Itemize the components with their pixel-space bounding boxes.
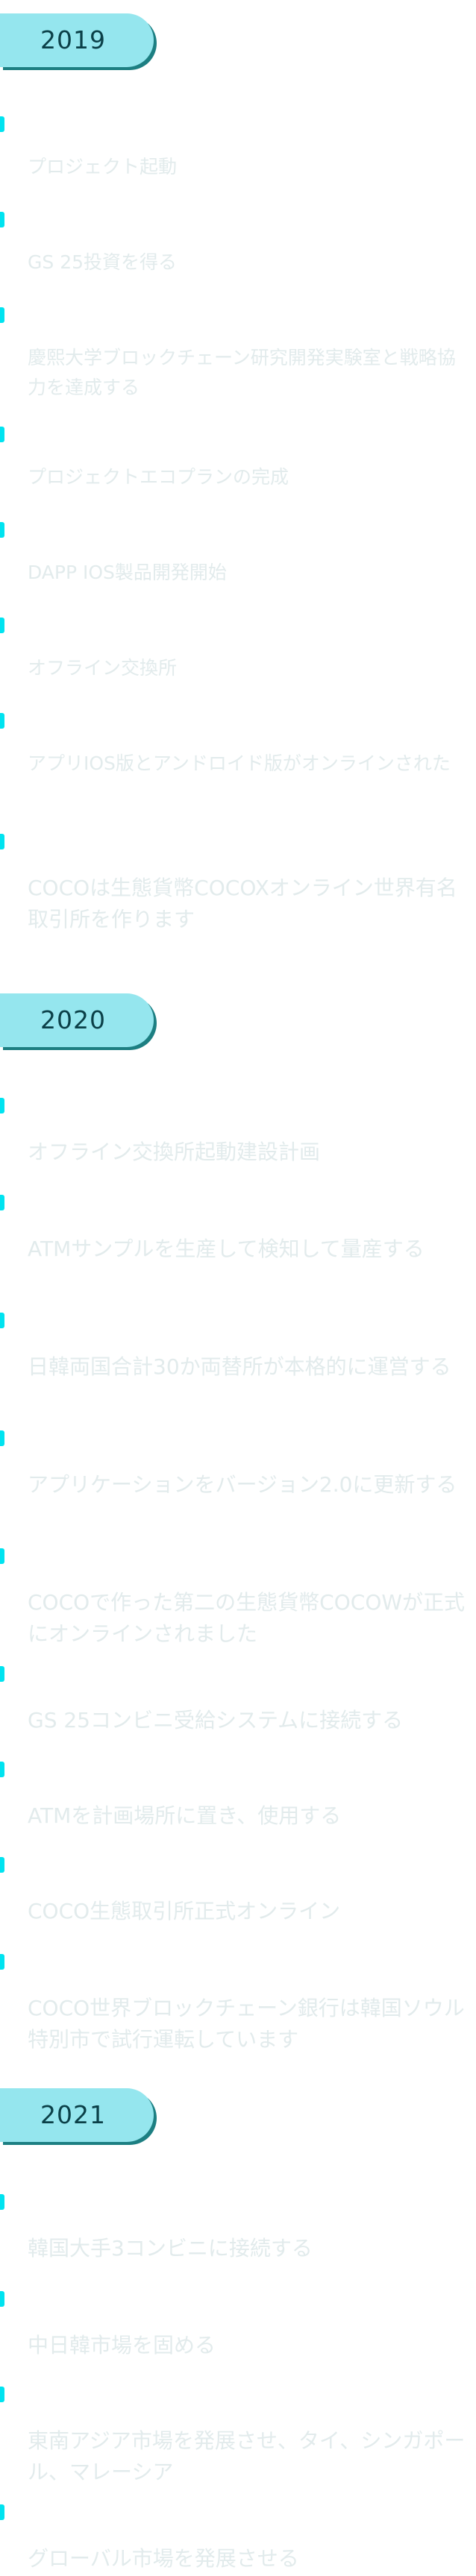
timeline-marker: [0, 1313, 4, 1328]
event-text: 韓国大手3コンビニに接続する: [28, 2236, 313, 2261]
timeline-marker: [0, 1548, 4, 1564]
event-text: オフライン交換所: [28, 657, 178, 679]
event-text: COCO生態取引所正式オンライン: [28, 1899, 341, 1923]
timeline-marker: [0, 2291, 4, 2307]
event-text: オフライン交換所起動建設計画: [28, 1140, 321, 1164]
timeline-marker: [0, 2504, 4, 2520]
event-text: アプリIOS版とアンドロイド版がオンラインされた: [28, 753, 451, 774]
timeline-marker: [0, 1098, 4, 1113]
timeline-marker: [0, 1195, 4, 1210]
event-text: 慶熙大学ブロックチェーン研究開発実験室と戦略協力を達成する: [28, 347, 456, 398]
timeline-marker: [0, 522, 4, 538]
timeline-marker: [0, 2194, 4, 2210]
timeline-marker: [0, 1954, 4, 1970]
event-text: ATMを計画場所に置き、使用する: [28, 1803, 342, 1828]
event-text: ATMサンプルを生産して検知して量産する: [28, 1237, 425, 1261]
timeline-marker: [0, 1666, 4, 1682]
timeline-marker: [0, 1430, 4, 1446]
timeline-marker: [0, 834, 4, 849]
event-text: アプリケーションをバージョン2.0に更新する: [28, 1472, 457, 1497]
timeline-marker: [0, 2387, 4, 2402]
event-text: プロジェクトエコプランの完成: [28, 466, 289, 488]
year-badge-2020: 2020: [0, 993, 154, 1047]
event-text: COCOは生態貨幣COCOXオンライン世界有名取引所を作ります: [28, 876, 457, 932]
year-badge-2021: 2021: [0, 2088, 154, 2142]
event-text: GS 25コンビニ受給システムに接続する: [28, 1708, 404, 1732]
year-badge-2019: 2019: [0, 13, 154, 67]
timeline-marker: [0, 1857, 4, 1873]
timeline-marker: [0, 116, 4, 132]
timeline-marker: [0, 713, 4, 729]
timeline-marker: [0, 618, 4, 633]
timeline-marker: [0, 212, 4, 227]
event-text: GS 25投資を得る: [28, 251, 178, 273]
event-text: 中日韓市場を固める: [28, 2333, 216, 2357]
timeline-marker: [0, 427, 4, 442]
timeline-marker: [0, 307, 4, 323]
timeline-marker: [0, 1762, 4, 1777]
event-text: COCO世界ブロックチェーン銀行は韓国ソウル特別市で試行運転しています: [28, 1996, 465, 2052]
event-text: 東南アジア市場を発展させ、タイ、シンガポール、マレーシア: [28, 2428, 466, 2484]
event-text: DAPP IOS製品開発開始: [28, 562, 227, 583]
event-text: プロジェクト起動: [28, 156, 178, 178]
event-text: 日韓両国合計30か両替所が本格的に運営する: [28, 1354, 451, 1379]
event-text: グローバル市場を発展させる: [28, 2546, 299, 2571]
event-text: COCOで作った第二の生態貨幣COCOWが正式にオンラインされました: [28, 1590, 466, 1646]
